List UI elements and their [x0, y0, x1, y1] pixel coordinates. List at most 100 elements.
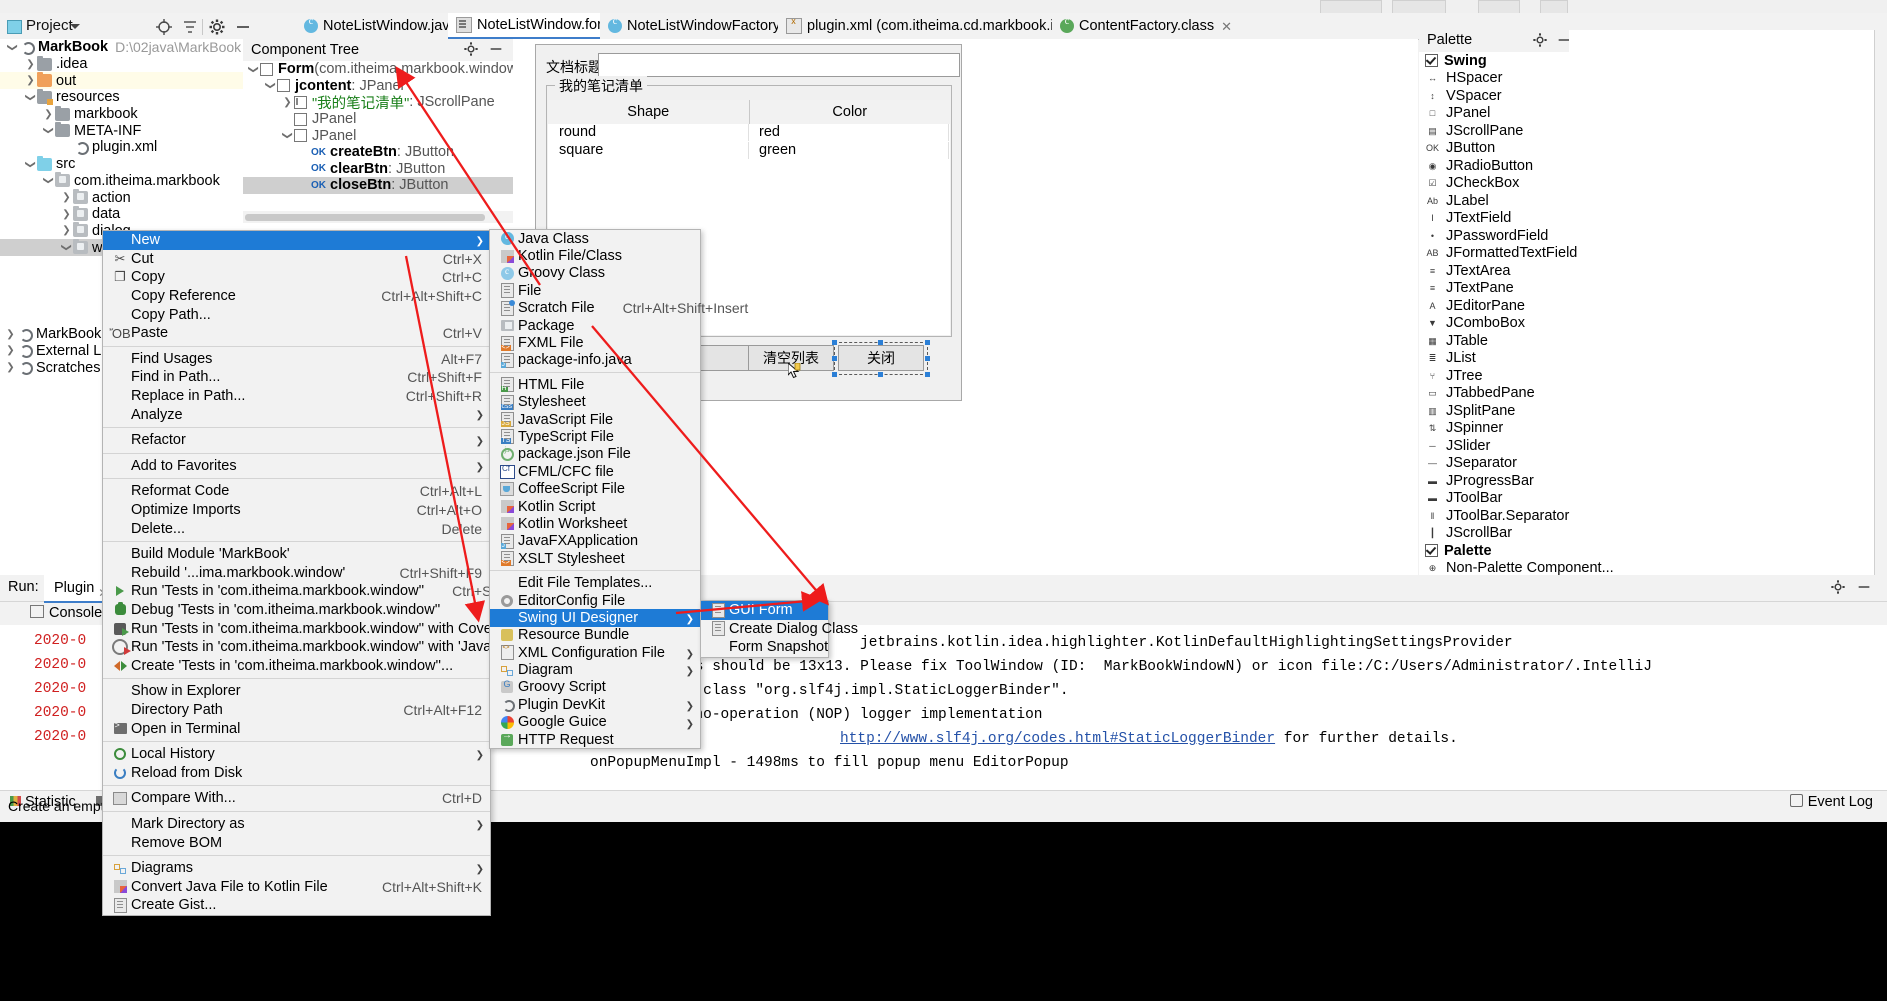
component-tree-gear-icon[interactable]	[463, 41, 481, 59]
component-tree-row-0[interactable]: Form (com.itheima.markbook.window.NoteLi…	[243, 61, 513, 78]
menu-item-create-gist---[interactable]: Create Gist...	[103, 896, 490, 915]
palette-item-jeditorpane[interactable]: A JEditorPane	[1419, 297, 1569, 315]
menu-item-directory-path[interactable]: Directory Path Ctrl+Alt+F12	[103, 701, 490, 720]
menu-item-xslt-stylesheet[interactable]: <> XSLT Stylesheet	[490, 550, 700, 567]
checkbox-icon[interactable]	[1425, 544, 1438, 558]
menu-item-show-in-explorer[interactable]: Show in Explorer	[103, 682, 490, 701]
collapse-all-icon[interactable]	[181, 18, 199, 36]
run-minimize-icon[interactable]	[1856, 579, 1874, 597]
chevron-down-icon[interactable]	[281, 130, 294, 141]
menu-item-local-history[interactable]: Local History ❯	[103, 745, 490, 764]
doc-title-input[interactable]	[598, 53, 960, 77]
menu-item-delete---[interactable]: Delete... Delete	[103, 519, 490, 538]
menu-item-plugin-devkit[interactable]: Plugin DevKit ❯	[490, 696, 700, 713]
component-tree-row-5[interactable]: OK createBtn : JButton	[243, 144, 513, 161]
palette-item-palette[interactable]: Palette	[1419, 542, 1569, 560]
menu-item-resource-bundle[interactable]: Resource Bundle	[490, 627, 700, 644]
selection-handle[interactable]	[832, 340, 837, 345]
console-link[interactable]: http://www.slf4j.org/codes.html#StaticLo…	[840, 731, 1275, 747]
menu-item-google-guice[interactable]: Google Guice ❯	[490, 714, 700, 731]
palette-item-jsplitpane[interactable]: ▥ JSplitPane	[1419, 402, 1569, 420]
project-tree-item-com-itheima-markbook[interactable]: com.itheima.markbook	[0, 172, 243, 190]
palette-item-jslider[interactable]: ─ JSlider	[1419, 437, 1569, 455]
component-tree-body[interactable]: Form (com.itheima.markbook.window.NoteLi…	[243, 61, 513, 211]
palette-item-jlabel[interactable]: Ab JLabel	[1419, 192, 1569, 210]
palette-item-jseparator[interactable]: — JSeparator	[1419, 455, 1569, 473]
chevron-down-icon[interactable]	[60, 242, 73, 253]
chevron-right-icon[interactable]	[60, 209, 73, 220]
chevron-down-icon[interactable]	[264, 80, 277, 91]
menu-item-copy-reference[interactable]: Copy Reference Ctrl+Alt+Shift+C	[103, 287, 490, 306]
palette-item-jbutton[interactable]: OK JButton	[1419, 140, 1569, 158]
selection-handle[interactable]	[878, 372, 883, 377]
menu-item-reformat-code[interactable]: Reformat Code Ctrl+Alt+L	[103, 482, 490, 501]
scrollbar-thumb[interactable]	[245, 214, 485, 221]
project-tree-item-data[interactable]: data	[0, 205, 243, 223]
palette-item-vspacer[interactable]: ↕ VSpacer	[1419, 87, 1569, 105]
chevron-right-icon[interactable]	[4, 362, 17, 373]
menu-item-kotlin-worksheet[interactable]: Kotlin Worksheet	[490, 515, 700, 532]
menu-item-cfml-cfc-file[interactable]: CFML/CFC file	[490, 463, 700, 480]
palette-item-jtabbedpane[interactable]: ▭ JTabbedPane	[1419, 385, 1569, 403]
editor-tab-4[interactable]: ContentFactory.class ✕	[1052, 13, 1232, 39]
palette-item-jtree[interactable]: ⑂ JTree	[1419, 367, 1569, 385]
menu-item-run--tests-in--com-itheima-markbook-window---wit[interactable]: Run 'Tests in 'com.itheima.markbook.wind…	[103, 619, 521, 638]
chevron-down-icon[interactable]	[24, 159, 37, 170]
palette-item-jtable[interactable]: ▦ JTable	[1419, 332, 1569, 350]
palette-item-jtoolbar-separator[interactable]: ‖ JToolBar.Separator	[1419, 507, 1570, 525]
minimize-icon[interactable]	[234, 18, 252, 36]
menu-item-file[interactable]: File	[490, 282, 700, 299]
editor-tab-2[interactable]: NoteListWindowFactory.java✕	[600, 13, 828, 39]
menu-item-debug--tests-in--com-itheima-markbook-window--[interactable]: Debug 'Tests in 'com.itheima.markbook.wi…	[103, 601, 490, 620]
palette-gear-icon[interactable]	[1532, 32, 1550, 50]
menu-item-find-usages[interactable]: Find Usages Alt+F7	[103, 350, 490, 369]
chevron-right-icon[interactable]	[24, 75, 37, 86]
menu-item-java-class[interactable]: c Java Class	[490, 230, 700, 247]
menu-item-swing-ui-designer[interactable]: Swing UI Designer ❯	[490, 609, 700, 627]
menu-item-stylesheet[interactable]: css Stylesheet	[490, 394, 700, 411]
component-tree-minimize-icon[interactable]	[488, 41, 506, 59]
editor-tab-0[interactable]: NoteListWindow.java✕	[296, 13, 476, 39]
menu-item-form-snapshot[interactable]: Form Snapshot	[701, 638, 828, 657]
menu-item-kotlin-file-class[interactable]: Kotlin File/Class	[490, 247, 700, 264]
menu-item-groovy-class[interactable]: c Groovy Class	[490, 265, 700, 282]
menu-item-add-to-favorites[interactable]: Add to Favorites ❯	[103, 457, 490, 476]
menu-item-cut[interactable]: ✂ Cut Ctrl+X	[103, 250, 490, 269]
project-context-menu[interactable]: New ❯ ✂ Cut Ctrl+X ❐ Copy Ctrl+C Copy Reference C…	[102, 230, 597, 916]
toolbar-block-4[interactable]	[1540, 0, 1568, 14]
palette-item-jformattedtextfield[interactable]: AB JFormattedTextField	[1419, 245, 1577, 263]
table-column-header-0[interactable]: Shape	[548, 100, 750, 124]
menu-item-copy-path---[interactable]: Copy Path...	[103, 305, 490, 324]
palette-item-jcheckbox[interactable]: ☑ JCheckBox	[1419, 175, 1569, 193]
menu-item-new[interactable]: New ❯	[103, 231, 490, 250]
menu-item-html-file[interactable]: H HTML File	[490, 376, 700, 393]
component-tree-hscrollbar[interactable]	[243, 212, 513, 223]
menu-item-create-dialog-class[interactable]: Create Dialog Class	[701, 620, 858, 639]
palette-item-jpasswordfield[interactable]: • JPasswordField	[1419, 227, 1569, 245]
selection-handle[interactable]	[832, 356, 837, 361]
menu-item-reload-from-disk[interactable]: Reload from Disk	[103, 763, 490, 782]
menu-item-analyze[interactable]: Analyze ❯	[103, 405, 490, 424]
menu-item-javascript-file[interactable]: JS JavaScript File	[490, 411, 700, 428]
chevron-right-icon[interactable]	[60, 225, 73, 236]
chevron-down-icon[interactable]	[42, 175, 55, 186]
menu-item-find-in-path---[interactable]: Find in Path... Ctrl+Shift+F	[103, 368, 490, 387]
project-tree-item-resources[interactable]: resources	[0, 88, 243, 106]
table-row[interactable]: square green	[549, 142, 949, 159]
palette-item-jlist[interactable]: ≣ JList	[1419, 350, 1569, 368]
menu-item-optimize-imports[interactable]: Optimize Imports Ctrl+Alt+O	[103, 501, 490, 520]
project-tree-item-markbook[interactable]: MarkBook D:\02java\MarkBook	[0, 39, 243, 56]
menu-item-kotlin-script[interactable]: Kotlin Script	[490, 498, 700, 515]
menu-item-refactor[interactable]: Refactor ❯	[103, 431, 490, 450]
menu-item-package-info-java[interactable]: Jpackage-info.java	[490, 352, 700, 369]
chevron-right-icon[interactable]	[281, 97, 294, 108]
table-row[interactable]: round red	[549, 124, 949, 141]
menu-item-diagrams[interactable]: Diagrams ❯	[103, 859, 490, 878]
checkbox-icon[interactable]	[1425, 54, 1438, 68]
chevron-right-icon[interactable]	[4, 329, 17, 340]
palette-item-jscrollpane[interactable]: ▤ JScrollPane	[1419, 122, 1569, 140]
menu-item-scratch-file[interactable]: Scratch File Ctrl+Alt+Shift+Insert	[490, 299, 748, 317]
palette-item-jtextpane[interactable]: ≡ JTextPane	[1419, 280, 1569, 298]
toolbar-block-1[interactable]	[1320, 0, 1382, 14]
project-tree-item-meta-inf[interactable]: META-INF	[0, 122, 243, 139]
